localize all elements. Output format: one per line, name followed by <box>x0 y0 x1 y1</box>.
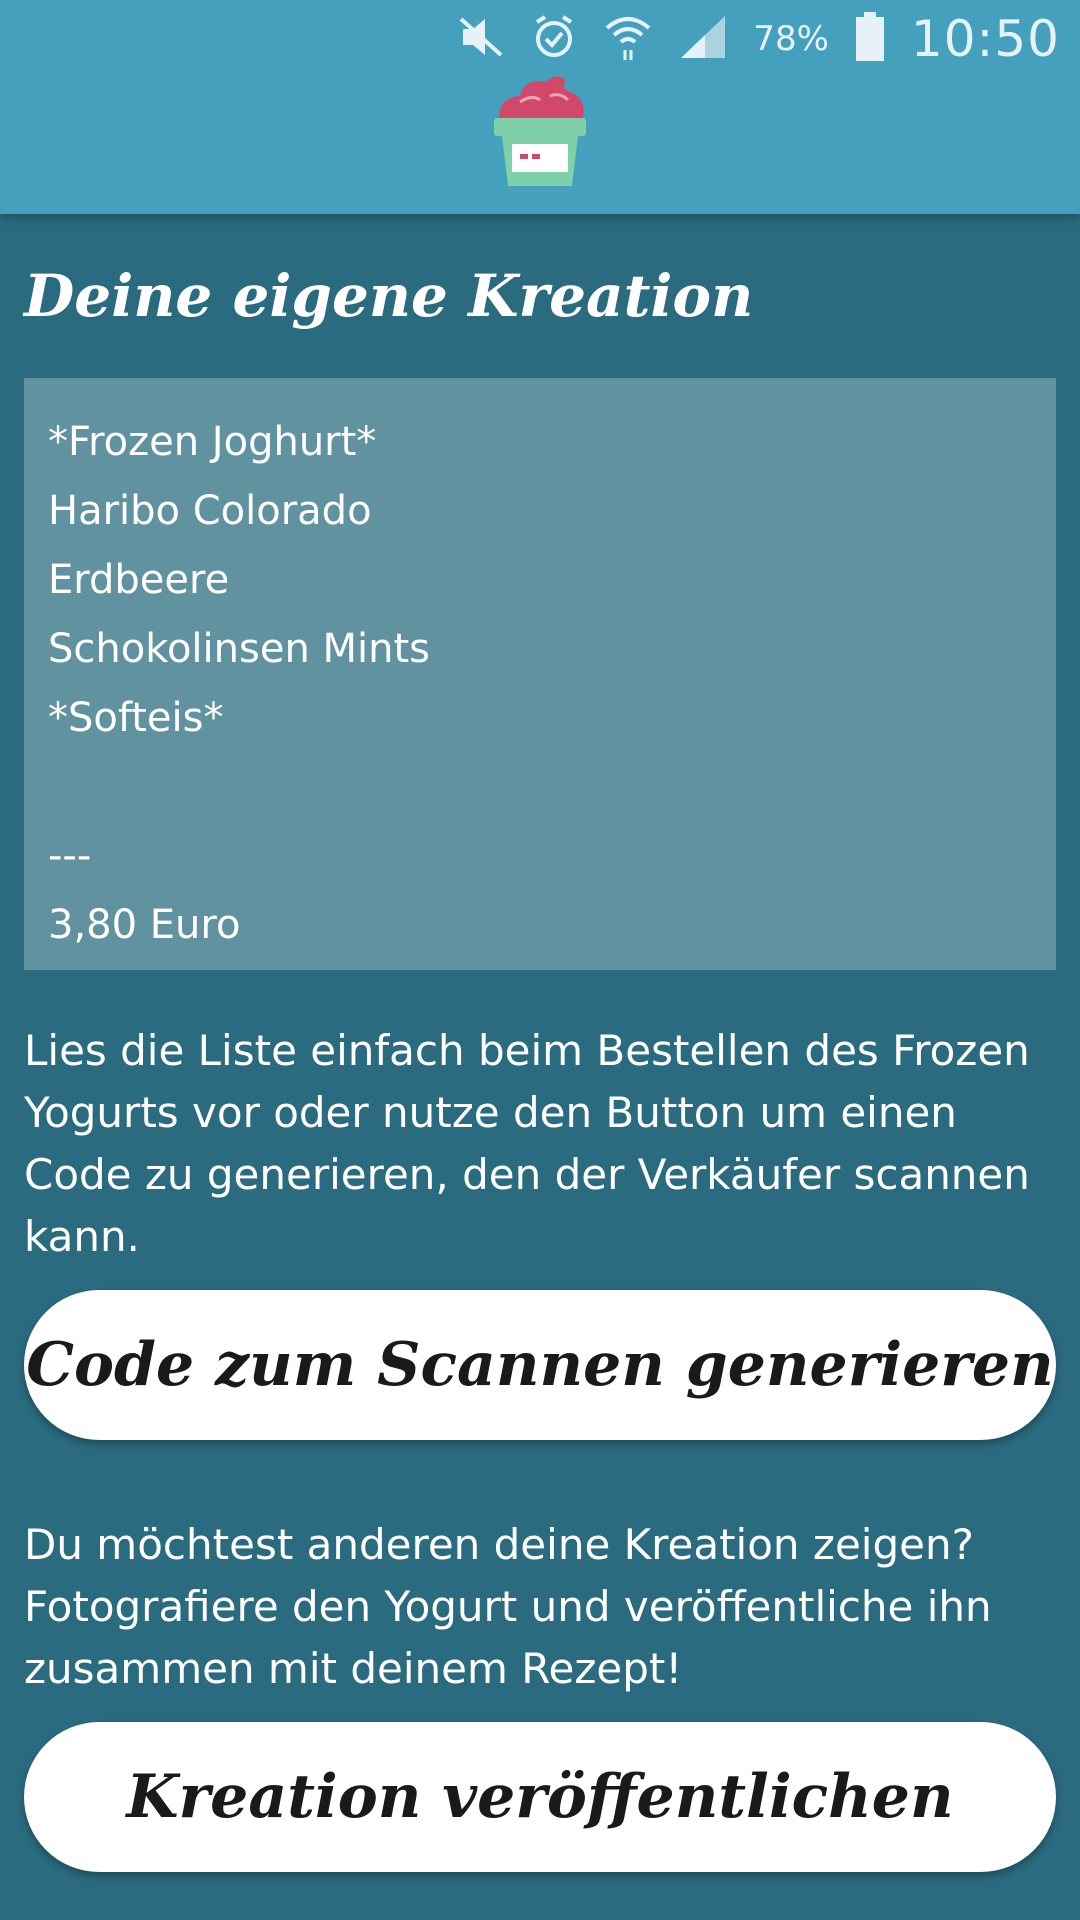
share-hint-text: Du möchtest anderen deine Kreation zeige… <box>24 1520 992 1693</box>
recipe-price: 3,80 Euro <box>48 902 241 948</box>
signal-icon <box>679 14 727 64</box>
mute-icon <box>457 15 505 63</box>
battery-percent: 78% <box>753 19 829 59</box>
frozen-yogurt-cup-icon <box>490 72 590 190</box>
alarm-icon <box>531 14 577 64</box>
recipe-separator: --- <box>48 833 92 879</box>
recipe-item: *Softeis* <box>48 695 224 741</box>
publish-creation-button[interactable]: Kreation veröffentlichen <box>24 1722 1056 1872</box>
recipe-list: *Frozen Joghurt* Haribo Colorado Erdbeer… <box>24 378 1056 970</box>
status-bar: 78% 10:50 <box>457 8 1060 70</box>
order-hint-text: Lies die Liste einfach beim Bestellen de… <box>24 1026 1030 1261</box>
recipe-item: Schokolinsen Mints <box>48 626 431 672</box>
recipe-item: Haribo Colorado <box>48 488 372 534</box>
wifi-icon <box>603 12 653 66</box>
recipe-blank-line <box>48 753 1032 822</box>
page-title: Deine eigene Kreation <box>24 262 754 330</box>
recipe-item: Erdbeere <box>48 557 230 603</box>
app-header: 78% 10:50 <box>0 0 1080 214</box>
recipe-item: *Frozen Joghurt* <box>48 419 377 465</box>
generate-code-button[interactable]: Code zum Scannen generieren <box>24 1290 1056 1440</box>
clock: 10:50 <box>910 10 1060 68</box>
battery-icon <box>855 12 885 66</box>
